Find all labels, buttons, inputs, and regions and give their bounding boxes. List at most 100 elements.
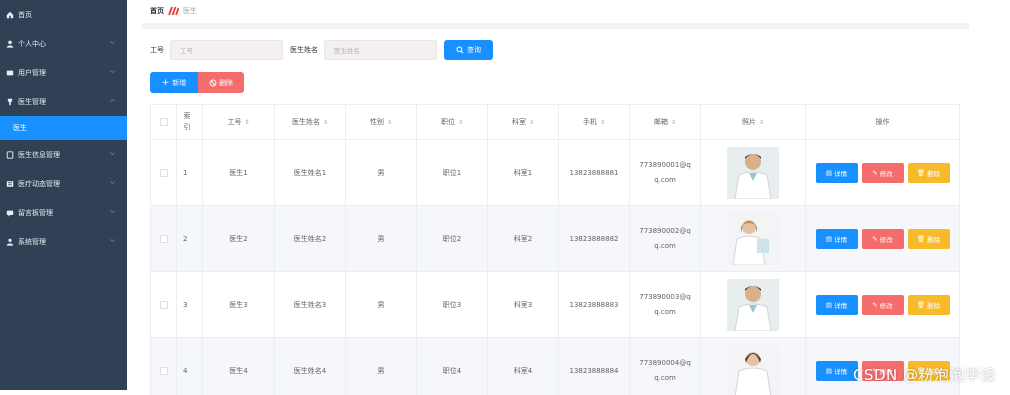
- trash-icon: 🗑: [916, 234, 926, 243]
- plus-icon: +: [161, 77, 170, 88]
- edit-button[interactable]: ✎ 修改: [861, 294, 904, 315]
- row-select-cell: [150, 206, 177, 271]
- sidebar: 首页 个人中心 用户管理 医生管理 医生 医生信息管理 医疗动态管理 留言板管理…: [0, 0, 127, 390]
- delete-button[interactable]: 🗑 删除: [907, 294, 950, 315]
- edit-icon: ✎: [872, 168, 878, 177]
- breadcrumb-home[interactable]: 首页: [150, 6, 164, 16]
- sort-icon: ⇕: [670, 118, 677, 126]
- delete-icon: [209, 79, 217, 87]
- row-phone: 13823888882: [559, 206, 630, 271]
- row-photo: [701, 272, 806, 337]
- row-select-cell: [150, 272, 177, 337]
- sidebar-subitem-label: 医生: [13, 124, 27, 132]
- row-checkbox[interactable]: [159, 366, 168, 375]
- header-sex-label: 性别: [369, 118, 384, 126]
- users-icon: [5, 68, 14, 77]
- doctor-name-label: 医生姓名: [290, 46, 318, 54]
- sidebar-item-doctors[interactable]: 医生管理: [0, 87, 127, 116]
- batch-delete-button[interactable]: 删除: [198, 72, 244, 93]
- row-dept: 科室4: [488, 338, 559, 395]
- news-icon: [5, 179, 14, 188]
- employee-no-input[interactable]: 工号: [170, 40, 283, 60]
- select-all-checkbox[interactable]: [159, 118, 168, 126]
- delete-button[interactable]: 🗑 删除: [907, 228, 950, 249]
- header-photo-label: 照片: [741, 118, 756, 126]
- sidebar-item-system[interactable]: 系统管理: [0, 227, 127, 256]
- doctor-name-input[interactable]: 医生姓名: [324, 40, 437, 60]
- add-button[interactable]: + 新增: [150, 72, 198, 93]
- add-button-label: 新增: [172, 78, 187, 87]
- search-icon: [456, 46, 464, 54]
- edit-button[interactable]: ✎ 修改: [861, 162, 904, 183]
- sidebar-item-home[interactable]: 首页: [0, 0, 127, 29]
- edit-button[interactable]: ✎ 修改: [861, 228, 904, 249]
- detail-icon: ▤: [825, 234, 833, 243]
- watermark: CSDN @粉泡泡毕设: [852, 366, 996, 384]
- header-dept[interactable]: 科室 ⇕: [488, 105, 559, 139]
- chevron-down-icon: [109, 237, 117, 245]
- edit-icon: ✎: [872, 234, 878, 243]
- header-position[interactable]: 职位 ⇕: [417, 105, 488, 139]
- row-phone: 13823888884: [559, 338, 630, 395]
- breadcrumb: 首页 医生: [150, 6, 197, 16]
- chevron-down-icon: [109, 179, 117, 187]
- header-no-label: 工号: [227, 118, 242, 126]
- doctor-photo[interactable]: [727, 212, 779, 265]
- row-position: 职位3: [417, 272, 488, 337]
- row-index: 3: [177, 272, 203, 337]
- sidebar-item-label: 留言板管理: [18, 208, 53, 217]
- detail-button[interactable]: ▤ 详情: [815, 228, 858, 249]
- row-index: 4: [177, 338, 203, 395]
- chevron-down-icon: [109, 39, 117, 47]
- trash-icon: 🗑: [916, 300, 926, 309]
- header-email[interactable]: 邮箱 ⇕: [630, 105, 701, 139]
- detail-button[interactable]: ▤ 详情: [815, 162, 858, 183]
- detail-button[interactable]: ▤ 详情: [815, 294, 858, 315]
- doctor-photo[interactable]: [727, 278, 779, 331]
- header-name-label: 医生姓名: [291, 118, 320, 126]
- row-email-text: 773890003@qq.com: [639, 292, 691, 316]
- row-email: 773890003@qq.com: [630, 272, 701, 337]
- row-email-text: 773890001@qq.com: [639, 160, 691, 184]
- doctor-photo[interactable]: [727, 344, 779, 395]
- divider: [142, 23, 969, 29]
- row-sex: 男: [346, 206, 417, 271]
- row-email: 773890001@qq.com: [630, 140, 701, 205]
- sidebar-item-medical-news[interactable]: 医疗动态管理: [0, 169, 127, 198]
- row-select-cell: [150, 338, 177, 395]
- sidebar-subitem-doctor[interactable]: 医生: [0, 116, 127, 140]
- row-select-cell: [150, 140, 177, 205]
- app-window: 首页 个人中心 用户管理 医生管理 医生 医生信息管理 医疗动态管理 留言板管理…: [0, 0, 1010, 395]
- doctor-icon: [5, 97, 14, 106]
- row-checkbox[interactable]: [159, 300, 168, 309]
- chevron-up-icon: [109, 97, 117, 105]
- row-email: 773890002@qq.com: [630, 206, 701, 271]
- search-button[interactable]: 查询: [444, 40, 493, 60]
- header-sex[interactable]: 性别 ⇕: [346, 105, 417, 139]
- sidebar-item-doctor-info[interactable]: 医生信息管理: [0, 140, 127, 169]
- doctor-photo[interactable]: [727, 146, 779, 199]
- row-phone: 13823888883: [559, 272, 630, 337]
- header-no[interactable]: 工号 ⇕: [203, 105, 275, 139]
- row-email-text: 773890004@qq.com: [639, 358, 691, 382]
- row-checkbox[interactable]: [159, 168, 168, 177]
- chevron-down-icon: [109, 150, 117, 158]
- sort-icon: ⇕: [599, 118, 606, 126]
- employee-no-label: 工号: [150, 46, 164, 54]
- sidebar-item-profile[interactable]: 个人中心: [0, 29, 127, 58]
- header-phone[interactable]: 手机 ⇕: [559, 105, 630, 139]
- table-row: 2 医生2 医生姓名2 男 职位2 科室2 13823888882 773890…: [150, 206, 960, 272]
- detail-icon: ▤: [825, 366, 833, 375]
- edit-label: 修改: [879, 235, 893, 244]
- sidebar-item-messages[interactable]: 留言板管理: [0, 198, 127, 227]
- row-position: 职位4: [417, 338, 488, 395]
- detail-button[interactable]: ▤ 详情: [815, 360, 858, 381]
- header-photo[interactable]: 照片 ⇕: [701, 105, 806, 139]
- sidebar-item-users[interactable]: 用户管理: [0, 58, 127, 87]
- row-index: 2: [177, 206, 203, 271]
- sort-icon: ⇕: [244, 118, 250, 126]
- row-checkbox[interactable]: [159, 234, 168, 243]
- row-sex: 男: [346, 140, 417, 205]
- header-name[interactable]: 医生姓名 ⇕: [275, 105, 346, 139]
- delete-button[interactable]: 🗑 删除: [907, 162, 950, 183]
